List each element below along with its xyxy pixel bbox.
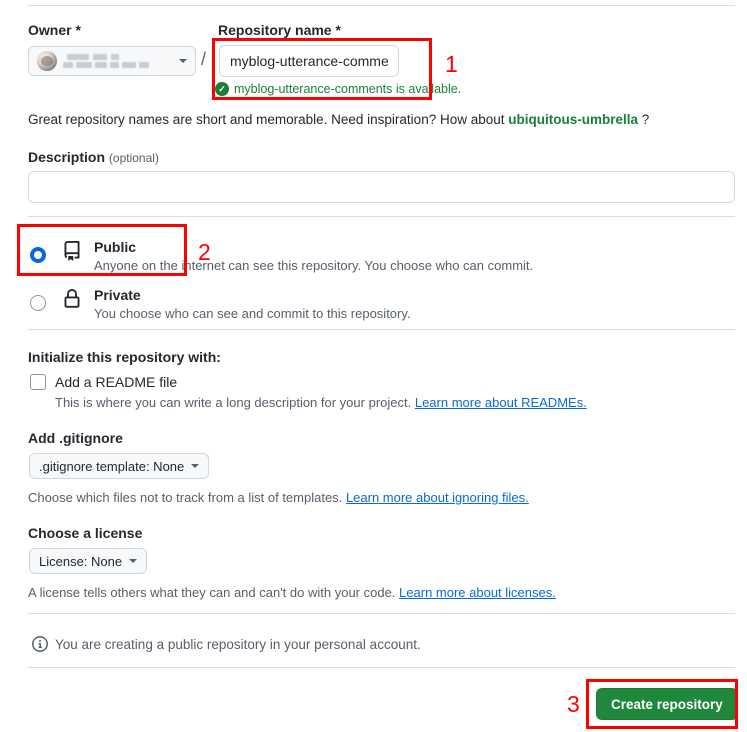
description-label: Description (optional) — [28, 149, 159, 165]
divider-top — [28, 5, 735, 6]
creation-info-text: You are creating a public repository in … — [55, 636, 421, 652]
add-readme-label[interactable]: Add a README file — [55, 374, 177, 390]
gitignore-description: Choose which files not to track from a l… — [28, 490, 529, 505]
owner-name-redacted — [63, 53, 173, 69]
owner-repo-separator: / — [201, 49, 207, 69]
visibility-public-title: Public — [94, 239, 137, 255]
repository-name-hint: Great repository names are short and mem… — [28, 112, 649, 127]
gitignore-selected-value: .gitignore template: None — [39, 458, 185, 474]
license-selected-value: License: None — [39, 553, 123, 569]
chevron-down-icon — [179, 59, 187, 63]
add-readme-description: This is where you can write a long descr… — [55, 395, 587, 410]
lock-icon — [64, 289, 80, 308]
description-label-text: Description — [28, 149, 106, 165]
info-icon — [32, 636, 48, 652]
check-circle-icon: ✓ — [215, 82, 229, 96]
owner-label: Owner * — [28, 22, 81, 38]
create-repository-button[interactable]: Create repository — [596, 688, 738, 720]
radio-public[interactable] — [30, 247, 46, 263]
hint-text-after: ? — [641, 112, 650, 127]
license-description: A license tells others what they can and… — [28, 585, 556, 600]
license-description-text: A license tells others what they can and… — [28, 585, 396, 600]
hint-text-before: Great repository names are short and mem… — [28, 112, 505, 127]
visibility-private-description: You choose who can see and commit to thi… — [94, 306, 411, 321]
gitignore-heading: Add .gitignore — [28, 430, 123, 446]
visibility-public-description: Anyone on the internet can see this repo… — [94, 258, 534, 273]
new-repository-form: Owner * / Repository name * ✓ myblog-utt… — [0, 0, 747, 732]
suggested-repository-name[interactable]: ubiquitous-umbrella — [508, 112, 638, 127]
divider-info — [28, 613, 735, 614]
initialize-heading: Initialize this repository with: — [28, 349, 221, 365]
repository-availability-status: ✓ myblog-utterance-comments is available… — [215, 82, 461, 96]
annotation-number-1: 1 — [445, 51, 458, 77]
add-readme-checkbox[interactable] — [30, 374, 46, 390]
divider-footer — [28, 667, 735, 668]
repo-book-icon — [64, 241, 80, 261]
radio-private[interactable] — [30, 295, 46, 311]
annotation-number-3: 3 — [567, 691, 580, 717]
avatar — [37, 51, 57, 71]
learn-more-readmes-link[interactable]: Learn more about READMEs. — [415, 395, 587, 410]
visibility-private-title: Private — [94, 287, 141, 303]
license-dropdown[interactable]: License: None — [29, 548, 148, 574]
description-optional-text: (optional) — [108, 151, 159, 165]
divider-visibility — [28, 216, 735, 217]
learn-more-licenses-link[interactable]: Learn more about licenses. — [399, 585, 556, 600]
add-readme-description-text: This is where you can write a long descr… — [55, 395, 412, 410]
repository-name-label: Repository name * — [218, 22, 341, 38]
repository-availability-text: myblog-utterance-comments is available. — [234, 82, 462, 96]
gitignore-template-dropdown[interactable]: .gitignore template: None — [29, 453, 210, 479]
description-input[interactable] — [28, 171, 735, 203]
creation-info-note: You are creating a public repository in … — [32, 636, 421, 652]
owner-select-dropdown[interactable] — [28, 46, 196, 76]
license-heading: Choose a license — [28, 525, 143, 541]
learn-more-ignoring-files-link[interactable]: Learn more about ignoring files. — [346, 490, 529, 505]
chevron-down-icon — [129, 559, 138, 563]
divider-initialize — [28, 329, 735, 330]
repository-name-input[interactable] — [219, 45, 399, 77]
chevron-down-icon — [191, 464, 200, 468]
gitignore-description-text: Choose which files not to track from a l… — [28, 490, 343, 505]
